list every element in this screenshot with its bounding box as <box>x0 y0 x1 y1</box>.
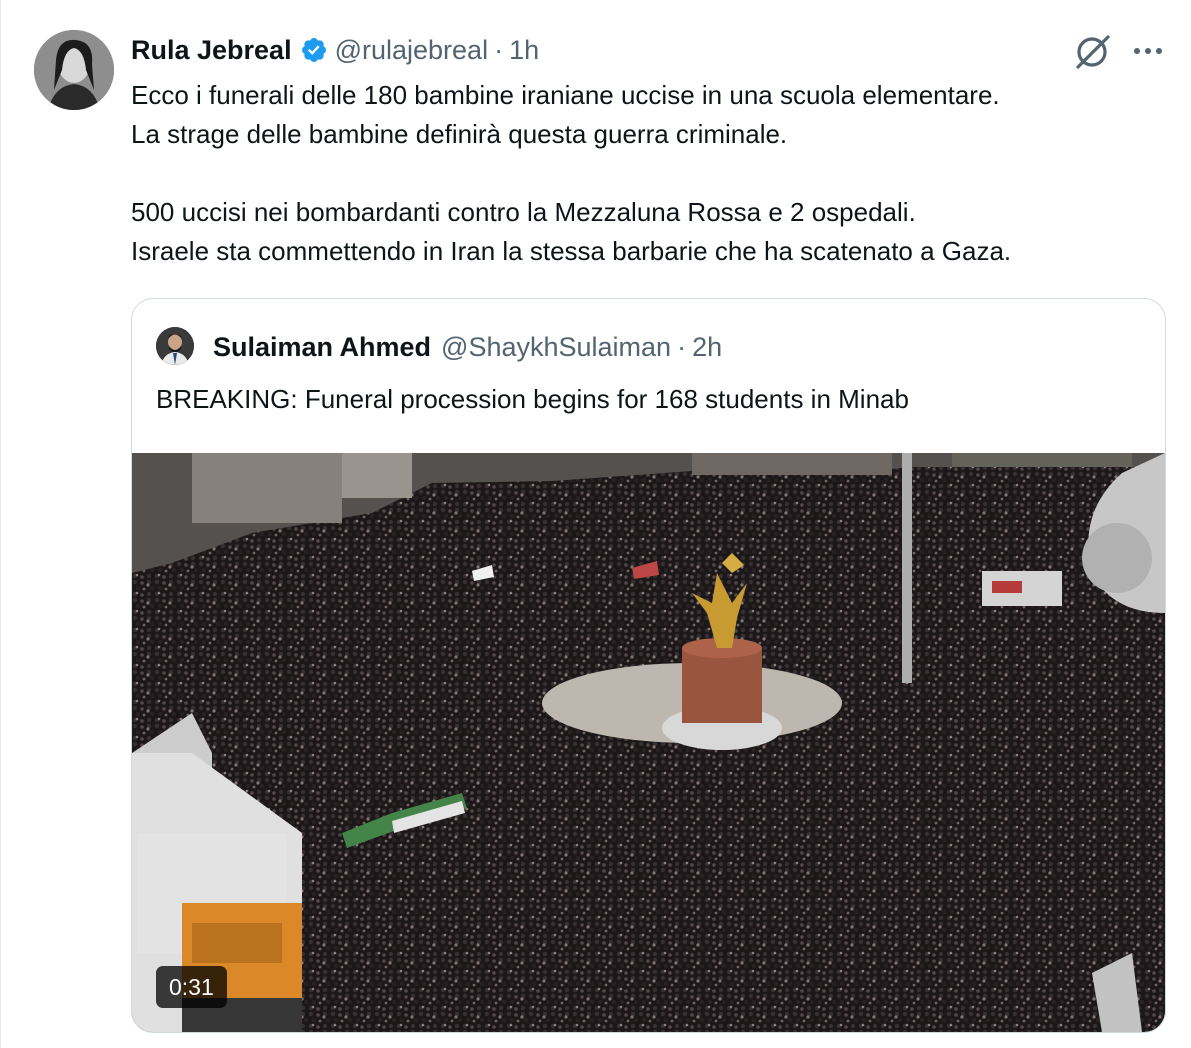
tweet-text-line: Ecco i funerali delle 180 bambine irania… <box>131 80 1000 110</box>
video-thumbnail <box>132 453 1165 1032</box>
grok-icon[interactable] <box>1071 29 1115 73</box>
quoted-tweet-card[interactable]: Sulaiman Ahmed @ShaykhSulaiman · 2h BREA… <box>131 298 1166 1033</box>
verified-badge-icon[interactable] <box>300 36 328 64</box>
more-options-icon[interactable] <box>1126 29 1170 73</box>
quoted-tweet-header: Sulaiman Ahmed @ShaykhSulaiman · 2h <box>213 329 722 365</box>
quoted-tweet-text: BREAKING: Funeral procession begins for … <box>156 384 909 414</box>
video-player[interactable]: 0:31 <box>132 453 1165 1032</box>
quoted-author-avatar[interactable] <box>156 327 194 365</box>
tweet-text-line: 500 uccisi nei bombardanti contro la Mez… <box>131 197 916 227</box>
tweet-text: Ecco i funerali delle 180 bambine irania… <box>131 76 1176 271</box>
tweet-timestamp[interactable]: 1h <box>509 32 539 68</box>
author-display-name[interactable]: Rula Jebreal <box>131 32 292 68</box>
tweet-text-line: Israele sta commettendo in Iran la stess… <box>131 236 1012 266</box>
video-duration-badge: 0:31 <box>156 966 227 1008</box>
separator-dot: · <box>677 332 687 362</box>
left-border <box>0 0 1 1048</box>
author-handle[interactable]: @rulajebreal <box>335 32 488 68</box>
separator-dot: · <box>494 35 504 65</box>
quoted-tweet-timestamp[interactable]: 2h <box>692 329 722 365</box>
quoted-author-display-name[interactable]: Sulaiman Ahmed <box>213 329 431 365</box>
paragraph-break <box>131 154 1176 193</box>
quoted-author-handle[interactable]: @ShaykhSulaiman <box>441 329 671 365</box>
tweet-text-line: La strage delle bambine definirà questa … <box>131 119 788 149</box>
tweet-header: Rula Jebreal @rulajebreal · 1h <box>131 32 539 68</box>
author-avatar[interactable] <box>34 30 114 110</box>
